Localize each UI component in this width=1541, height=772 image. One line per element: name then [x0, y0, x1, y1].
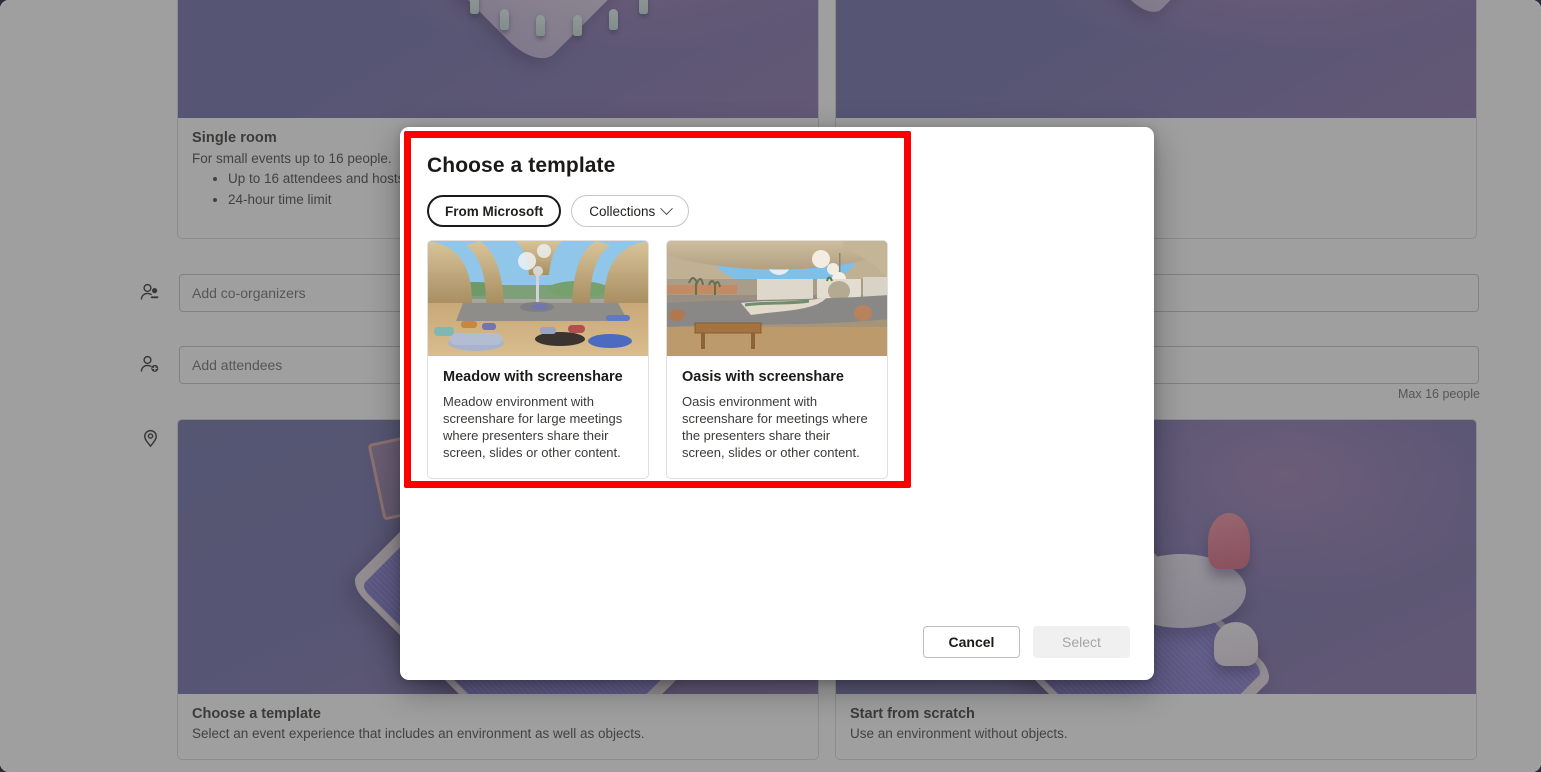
person-figure [609, 9, 618, 30]
template-tile-oasis-with-screenshare[interactable]: Oasis with screenshare Oasis environment… [666, 240, 888, 479]
app-root: Single room For small events up to 16 pe… [0, 0, 1541, 772]
attendees-placeholder: Add attendees [192, 357, 282, 373]
template-tile-title: Oasis with screenshare [682, 369, 872, 385]
template-card-body: Start from scratch Use an environment wi… [836, 694, 1476, 753]
location-pin-icon [135, 422, 165, 452]
select-button[interactable]: Select [1033, 626, 1130, 658]
template-tile-meadow-with-screenshare[interactable]: Meadow with screenshare Meadow environme… [427, 240, 649, 479]
co-organizer-icon [135, 278, 165, 308]
meadow-environment-thumbnail [428, 241, 648, 356]
filter-pill-from-microsoft[interactable]: From Microsoft [427, 195, 561, 227]
template-card-title: Choose a template [192, 706, 804, 722]
co-organizers-placeholder: Add co-organizers [192, 285, 306, 301]
chair-object [1214, 622, 1258, 666]
room-card-hero-image [178, 0, 818, 118]
location-row [135, 422, 179, 452]
template-card-description: Select an event experience that includes… [192, 726, 804, 741]
template-card-title: Start from scratch [850, 706, 1462, 722]
max-people-helper-text: Max 16 people [1398, 387, 1480, 401]
oasis-art-detail [667, 241, 887, 356]
template-card-description: Use an environment without objects. [850, 726, 1462, 741]
template-tile-description: Meadow environment with screenshare for … [443, 393, 633, 462]
person-figure [536, 15, 545, 36]
chevron-down-icon [660, 202, 673, 215]
template-tile-title: Meadow with screenshare [443, 369, 633, 385]
template-tile-body: Meadow with screenshare Meadow environme… [428, 356, 648, 478]
cancel-button[interactable]: Cancel [923, 626, 1020, 658]
person-figure [470, 0, 479, 14]
isometric-scene-background [836, 0, 1476, 118]
filter-pill-label: Collections [589, 204, 655, 219]
dialog-action-buttons: Cancel Select [923, 626, 1130, 658]
dialog-title: Choose a template [427, 154, 615, 178]
person-figure [639, 0, 648, 14]
dialog-filter-pills: From Microsoft Collections [427, 195, 689, 227]
template-card-body: Choose a template Select an event experi… [178, 694, 818, 753]
choose-template-dialog: Choose a template From Microsoft Collect… [400, 127, 1154, 680]
room-card-hero-image [836, 0, 1476, 118]
filter-pill-collections[interactable]: Collections [571, 195, 689, 227]
person-figure [500, 9, 509, 30]
filter-pill-label: From Microsoft [445, 204, 543, 219]
attendee-add-icon [135, 350, 165, 380]
oasis-environment-thumbnail [667, 241, 887, 356]
person-figure [573, 15, 582, 36]
select-button-label: Select [1062, 634, 1101, 650]
meadow-art-detail [428, 241, 648, 356]
chair-object [1208, 513, 1250, 569]
cancel-button-label: Cancel [949, 634, 995, 650]
template-gallery: Meadow with screenshare Meadow environme… [427, 240, 888, 479]
template-tile-body: Oasis with screenshare Oasis environment… [667, 356, 887, 478]
template-tile-description: Oasis environment with screenshare for m… [682, 393, 872, 462]
